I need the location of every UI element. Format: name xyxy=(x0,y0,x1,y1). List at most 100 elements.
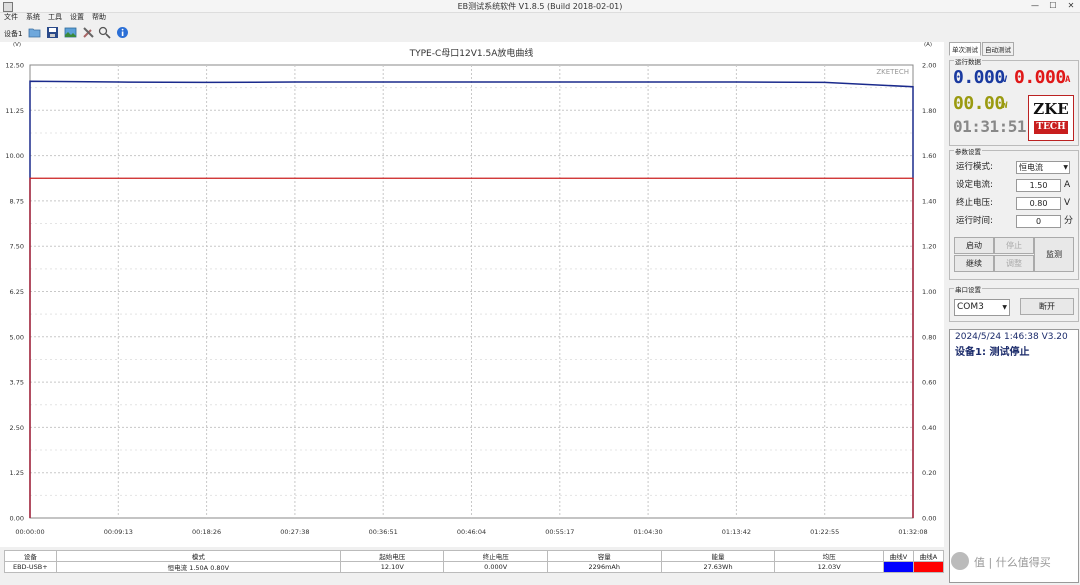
com-port-value: COM3 xyxy=(957,302,984,312)
voltage-unit: V xyxy=(1002,75,1007,85)
folder-open-icon[interactable] xyxy=(28,26,41,39)
current-unit: A xyxy=(1065,75,1070,85)
stats-table: 设备 模式 起始电压 终止电压 容量 能量 均压 曲线V 曲线A EBD-USB… xyxy=(4,550,945,573)
right-axis-unit: (A) xyxy=(924,42,932,48)
left-tick-label: 6.25 xyxy=(10,288,24,296)
image-icon[interactable] xyxy=(64,26,77,39)
cell-energy: 27.63Wh xyxy=(660,561,776,573)
left-tick-label: 5.00 xyxy=(10,333,24,341)
cutoff-unit: V xyxy=(1064,198,1071,208)
mode-select-value: 恒电流 xyxy=(1019,163,1043,172)
menu-file[interactable]: 文件 xyxy=(4,12,18,23)
runtime-unit: 分 xyxy=(1064,216,1074,226)
status-message: 设备1: 测试停止 xyxy=(955,347,1030,358)
th-energy: 能量 xyxy=(660,550,776,562)
logo-top-text: ZKE xyxy=(1033,100,1069,118)
x-tick-label: 00:00:00 xyxy=(15,528,44,536)
chevron-down-icon: ▼ xyxy=(1002,304,1007,311)
menu-settings[interactable]: 设置 xyxy=(70,12,84,23)
left-axis-unit: (V) xyxy=(13,42,21,48)
right-tick-label: 1.80 xyxy=(922,107,936,115)
left-tick-label: 8.75 xyxy=(10,197,24,205)
zketech-logo: ZKE TECH xyxy=(1028,95,1074,141)
adjust-button[interactable]: 调整 xyxy=(994,255,1034,272)
x-tick-label: 01:13:42 xyxy=(722,528,751,536)
menu-tools[interactable]: 工具 xyxy=(48,12,62,23)
menu-system[interactable]: 系统 xyxy=(26,12,40,23)
chart-title: TYPE-C母口12V1.5A放电曲线 xyxy=(409,47,534,59)
panel-tabs: 单次测试 自动测试 xyxy=(949,42,1015,56)
set-current-row: 设定电流: 1.50 A xyxy=(956,178,1076,192)
runtime-label: 运行时间: xyxy=(956,216,993,226)
cutoff-input[interactable]: 0.80 xyxy=(1016,197,1061,210)
left-tick-label: 7.50 xyxy=(10,243,24,251)
tab-auto-test[interactable]: 自动测试 xyxy=(982,42,1014,56)
start-button[interactable]: 启动 xyxy=(954,237,994,254)
save-icon[interactable] xyxy=(46,26,59,39)
chevron-down-icon: ▼ xyxy=(1063,164,1068,171)
disconnect-button[interactable]: 断开 xyxy=(1020,298,1074,315)
x-tick-label: 00:09:13 xyxy=(104,528,133,536)
info-icon[interactable] xyxy=(116,26,129,39)
th-end-voltage: 终止电压 xyxy=(443,550,548,562)
power-readout: 00.00 xyxy=(953,93,1005,114)
power-unit: W xyxy=(1002,101,1007,111)
discharge-chart: 12.50 2.00 11.25 1.80 10.00 1.60 8.75 1.40 7.50 1… xyxy=(5,42,936,536)
serial-group: 串口设置 COM3 ▼ 断开 xyxy=(949,284,1079,322)
set-current-input[interactable]: 1.50 xyxy=(1016,179,1061,192)
x-tick-label: 00:55:17 xyxy=(545,528,574,536)
cutoff-row: 终止电压: 0.80 V xyxy=(956,196,1076,210)
right-tick-label: 0.40 xyxy=(922,424,936,432)
left-tick-label: 2.50 xyxy=(10,424,24,432)
chart-area: 12.50 2.00 11.25 1.80 10.00 1.60 8.75 1.40 7.50 1… xyxy=(0,42,944,547)
right-tick-label: 0.20 xyxy=(922,469,936,477)
device-tab[interactable]: 设备1 xyxy=(4,29,22,39)
tools-icon[interactable] xyxy=(82,26,95,39)
params-group: 参数设置 运行模式: 恒电流 ▼ 设定电流: 1.50 A 终止电压: 0.80… xyxy=(949,146,1079,280)
x-tick-label: 00:18:26 xyxy=(192,528,221,536)
menu-bar: 文件 系统 工具 设置 帮助 xyxy=(0,12,1080,23)
left-tick-label: 1.25 xyxy=(10,469,24,477)
logo-bottom-text: TECH xyxy=(1034,121,1068,134)
th-device: 设备 xyxy=(4,550,57,562)
window-title: EB测试系统软件 V1.8.5 (Build 2018-02-01) xyxy=(457,2,623,11)
run-data-title: 运行数据 xyxy=(954,56,982,66)
chart-brand: ZKETECH xyxy=(876,68,909,76)
close-button[interactable]: ✕ xyxy=(1062,0,1080,12)
table-row[interactable]: EBD-USB+ 恒电流 1.50A 0.80V 12.10V 0.000V 2… xyxy=(4,561,945,573)
cell-end-voltage: 0.000V xyxy=(443,561,548,573)
continue-button[interactable]: 继续 xyxy=(954,255,994,272)
left-tick-label: 10.00 xyxy=(5,152,24,160)
mode-label: 运行模式: xyxy=(956,162,993,172)
right-tick-label: 1.00 xyxy=(922,288,936,296)
x-tick-label: 00:46:04 xyxy=(457,528,486,536)
curve-v-swatch[interactable] xyxy=(882,561,914,573)
set-current-unit: A xyxy=(1064,180,1071,190)
left-tick-label: 3.75 xyxy=(10,379,24,387)
menu-help[interactable]: 帮助 xyxy=(92,12,106,23)
right-tick-label: 1.20 xyxy=(922,243,936,251)
x-tick-label: 01:04:30 xyxy=(633,528,662,536)
stats-header-row: 设备 模式 起始电压 终止电压 容量 能量 均压 曲线V 曲线A xyxy=(4,550,945,562)
current-readout: 0.000 xyxy=(1014,67,1066,88)
search-icon[interactable] xyxy=(98,26,111,39)
cell-device: EBD-USB+ xyxy=(4,561,57,573)
cell-mode: 恒电流 1.50A 0.80V xyxy=(55,561,342,573)
com-port-select[interactable]: COM3 ▼ xyxy=(954,299,1010,316)
curve-a-swatch[interactable] xyxy=(912,561,945,573)
runtime-input[interactable]: 0 xyxy=(1016,215,1061,228)
watermark-logo-icon xyxy=(951,552,969,570)
cell-start-voltage: 12.10V xyxy=(340,561,445,573)
right-tick-label: 0.80 xyxy=(922,333,936,341)
status-log: 2024/5/24 1:46:38 V3.20 设备1: 测试停止 xyxy=(949,329,1079,583)
watermark: 值 | 什么值得买 xyxy=(948,548,1078,574)
th-avg-voltage: 均压 xyxy=(774,550,884,562)
right-tick-label: 2.00 xyxy=(922,62,936,70)
maximize-button[interactable]: ☐ xyxy=(1044,0,1062,12)
right-tick-label: 0.60 xyxy=(922,379,936,387)
stop-button[interactable]: 停止 xyxy=(994,237,1034,254)
mode-select[interactable]: 恒电流 ▼ xyxy=(1016,161,1070,174)
monitor-button[interactable]: 监测 xyxy=(1034,237,1074,272)
minimize-button[interactable]: — xyxy=(1026,0,1044,12)
tab-single-test[interactable]: 单次测试 xyxy=(949,42,981,56)
